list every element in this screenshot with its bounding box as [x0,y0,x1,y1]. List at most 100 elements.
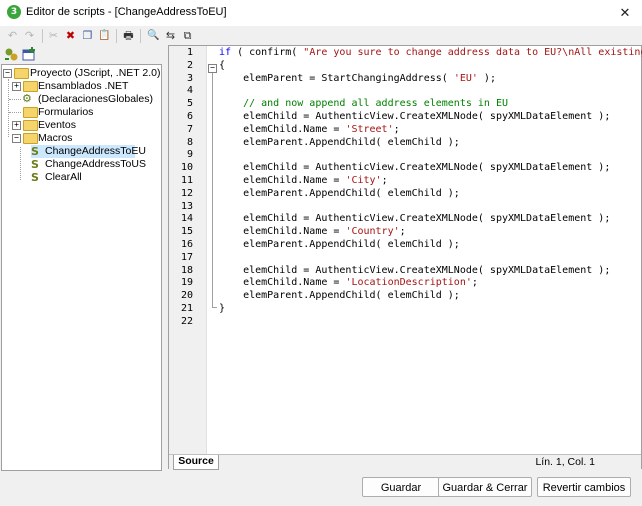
line-number: 9 [186,149,193,161]
revert-button[interactable]: Revertir cambios [537,477,631,497]
tab-source[interactable]: Source [173,455,219,470]
collapse-icon[interactable]: − [12,134,21,143]
code-line[interactable]: elemParent = StartChangingAddress( 'EU' … [219,73,642,86]
code-line[interactable]: elemParent.AppendChild( elemChild ); [219,137,642,150]
tree-item-label: (DeclaracionesGlobales) [38,93,153,105]
code-line[interactable]: { [219,60,642,73]
line-number: 15 [180,226,193,238]
code-token: ; [381,174,388,186]
code-token: ; [471,277,478,289]
collapse-icon[interactable]: − [3,69,12,78]
line-number: 13 [180,200,193,212]
fold-guide [212,73,213,307]
print-icon[interactable]: 🖶 [121,28,136,43]
code-token: // and now append all address elements i… [219,98,508,110]
code-token: } [219,302,226,314]
line-number: 1 [186,47,193,58]
line-number: 10 [180,162,193,174]
tree-item-label: Macros [38,132,73,144]
save-close-button[interactable]: Guardar & Cerrar [438,477,532,497]
code-line[interactable]: elemParent.AppendChild( elemChild ); [219,188,642,201]
redo-icon[interactable]: ↷ [22,28,37,43]
code-token: ( confirm( [231,47,304,58]
line-number: 18 [180,264,193,276]
line-number: 2 [186,59,193,71]
code-line[interactable]: } [219,303,642,316]
code-editor[interactable]: 1 2 3 4 5 6 7 8 9 10 11 12 13 14 15 16 17 18 19 20 21 22 − if… [168,45,642,470]
window-title: Editor de scripts - [ChangeAddressToEU] [26,6,227,18]
folder-open-icon [23,133,38,144]
code-line[interactable]: elemChild = AuthenticView.CreateXMLNode(… [219,265,642,278]
code-line[interactable]: elemChild = AuthenticView.CreateXMLNode(… [219,111,642,124]
code-token: elemChild = AuthenticView.CreateXMLNode(… [219,264,611,276]
editor-status-bar: Source Lín. 1, Col. 1 [169,454,641,470]
line-number: 8 [186,136,193,148]
code-token: ); [477,72,496,84]
close-button[interactable]: ✕ [608,0,642,26]
expand-icon[interactable]: + [12,82,21,91]
code-line[interactable]: elemChild.Name = 'LocationDescription'; [219,277,642,290]
code-line[interactable] [219,316,642,329]
folder-icon [23,81,38,92]
code-line[interactable]: elemParent.AppendChild( elemChild ); [219,239,642,252]
code-line[interactable]: elemChild.Name = 'Street'; [219,124,642,137]
code-token: elemParent = StartChangingAddress( [219,72,454,84]
paste-icon[interactable]: 📋 [97,28,112,43]
folder-icon [23,120,38,131]
line-number: 5 [186,98,193,110]
line-number: 7 [186,123,193,135]
code-token: elemChild.Name = [219,123,346,135]
code-line[interactable]: if ( confirm( "Are you sure to change ad… [219,47,642,60]
line-number: 19 [180,277,193,289]
code-token: elemChild.Name = [219,226,346,238]
find-icon[interactable]: 🔍 [146,28,161,43]
app-icon: 3 [7,5,21,19]
new-form-icon[interactable] [22,47,37,62]
toolbar-separator [42,29,43,43]
tree-connector [8,79,9,137]
code-text[interactable]: if ( confirm( "Are you sure to change ad… [219,47,642,329]
code-line[interactable] [219,252,642,265]
find-next-icon[interactable]: ⧉ [180,28,195,43]
code-line[interactable]: elemChild.Name = 'Country'; [219,226,642,239]
code-line[interactable] [219,201,642,214]
code-token: elemParent.AppendChild( elemChild ); [219,290,460,302]
line-number-gutter: 1 2 3 4 5 6 7 8 9 10 11 12 13 14 15 16 17 18 19 20 21 22 [169,46,206,454]
fold-toggle-icon[interactable]: − [208,64,217,73]
replace-icon[interactable]: ⇆ [163,28,178,43]
code-line[interactable]: elemParent.AppendChild( elemChild ); [219,290,642,303]
expand-icon[interactable]: + [12,121,21,130]
delete-icon[interactable]: ✖ [63,28,78,43]
code-line[interactable]: // and now append all address elements i… [219,98,642,111]
cut-icon[interactable]: ✂ [46,28,61,43]
tree-item-label: Ensamblados .NET [38,80,129,92]
line-number: 14 [180,213,193,225]
toolbar-separator [140,29,141,43]
code-token: ; [399,226,406,238]
tree-connector [9,112,21,113]
code-line[interactable]: elemChild.Name = 'City'; [219,175,642,188]
tree-root-label: Proyecto (JScript, .NET 2.0) [30,67,161,79]
fold-margin [206,46,207,454]
code-line[interactable]: elemChild = AuthenticView.CreateXMLNode(… [219,213,642,226]
code-token: if [219,47,232,58]
code-token: 'EU' [453,72,478,84]
code-token: 'City' [345,174,382,186]
add-assembly-icon[interactable] [4,47,19,62]
code-token: elemChild = AuthenticView.CreateXMLNode(… [219,213,611,225]
tree-item-macro-selected[interactable]: S ChangeAddressToEU [31,145,146,158]
save-button[interactable]: Guardar [362,477,440,497]
code-line[interactable] [219,149,642,162]
tree-item-label: Formularios [38,106,94,118]
code-token: elemChild = AuthenticView.CreateXMLNode(… [219,162,611,174]
code-line[interactable]: elemChild = AuthenticView.CreateXMLNode(… [219,162,642,175]
project-tree: − Proyecto (JScript, .NET 2.0) + Ensambl… [1,64,162,471]
code-token: 'Country' [345,226,400,238]
code-token: 'Street' [345,123,394,135]
line-number: 20 [180,290,193,302]
line-number: 21 [180,303,193,314]
undo-icon[interactable]: ↶ [5,28,20,43]
code-line[interactable] [219,85,642,98]
copy-icon[interactable]: ❐ [80,28,95,43]
code-token: elemParent.AppendChild( elemChild ); [219,136,460,148]
